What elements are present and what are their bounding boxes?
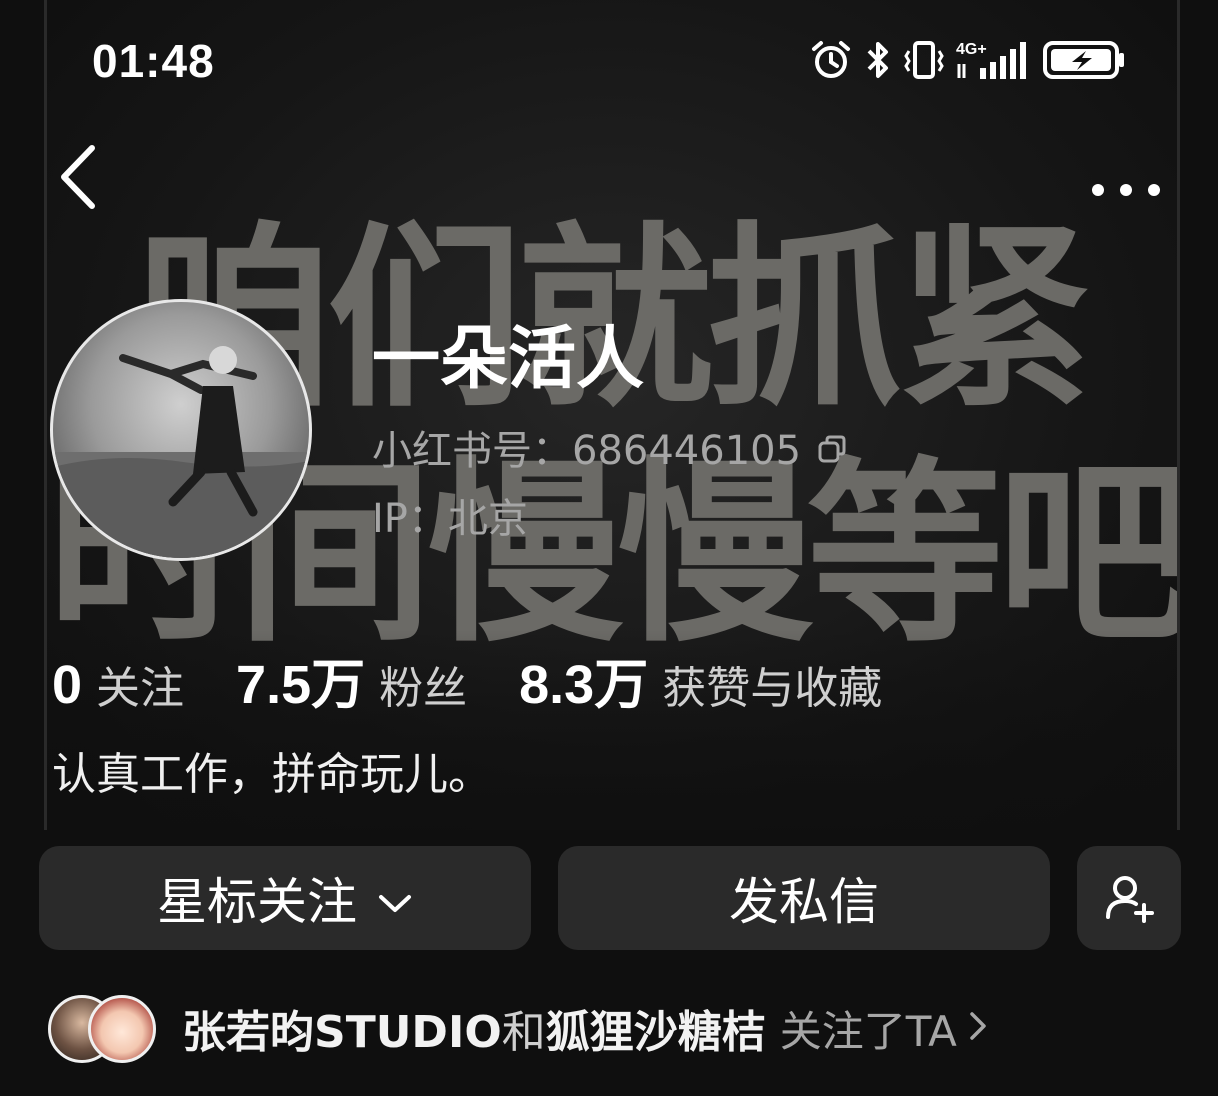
followers-label: 粉丝 [379,663,468,714]
copy-icon[interactable] [817,426,847,476]
profile-name: 一朵活人 [372,320,645,399]
following-label: 关注 [96,663,185,714]
profile-screen: 咱们就抓紧 时间慢慢等吧。 01:48 4G+ [0,0,1218,1096]
svg-text:4G+: 4G+ [956,41,987,58]
status-icons: 4G+ [810,38,1126,82]
redbook-id: 小红书号：686446105 [372,426,847,476]
redbook-id-text: 小红书号：686446105 [372,428,802,474]
avatar[interactable] [50,299,312,561]
alarm-icon [810,39,852,81]
mutual-name-2: 狐狸沙糖桔 [545,1007,766,1058]
send-message-button[interactable]: 发私信 [558,846,1050,950]
likes-label: 获赞与收藏 [662,663,883,714]
likes-stat[interactable]: 8.3万 获赞与收藏 [519,640,882,719]
add-friend-button[interactable] [1077,846,1181,950]
back-button[interactable] [56,140,100,214]
more-button[interactable] [1086,170,1166,210]
avatar-image [53,346,309,558]
signal-4g-icon: 4G+ [956,38,1030,82]
chevron-right-icon [967,1009,989,1047]
mutual-name-1: 张若昀STUDIO [182,1007,502,1058]
add-user-icon [1106,876,1154,923]
star-follow-label: 星标关注 [157,873,357,931]
more-horizontal-icon [1092,184,1160,196]
profile-stats: 0 关注 7.5万 粉丝 8.3万 获赞与收藏 [52,640,934,715]
status-time: 01:48 [92,35,215,87]
mutual-and: 和 [501,1007,546,1058]
followers-stat[interactable]: 7.5万 粉丝 [236,640,467,719]
followers-count: 7.5万 [236,655,366,715]
ip-location: IP：北京 [372,496,528,542]
battery-charging-icon [1042,39,1126,81]
star-follow-button[interactable]: 星标关注 [39,846,531,950]
mutual-avatars [48,995,156,1063]
mutual-avatar-2 [88,995,156,1063]
vibrate-icon [904,39,944,81]
chevron-down-icon [377,869,413,927]
likes-count: 8.3万 [519,655,649,715]
bluetooth-icon [864,39,892,81]
chevron-left-icon [61,145,95,209]
send-message-label: 发私信 [729,873,879,931]
mutual-suffix: 关注了TA [779,1006,957,1056]
profile-bio: 认真工作，拼命玩儿。 [52,749,492,800]
mutual-followers-row[interactable]: 张若昀STUDIO 和 狐狸沙糖桔 关注了TA [48,990,989,1066]
following-count: 0 [52,655,83,715]
following-stat[interactable]: 0 关注 [52,652,184,716]
